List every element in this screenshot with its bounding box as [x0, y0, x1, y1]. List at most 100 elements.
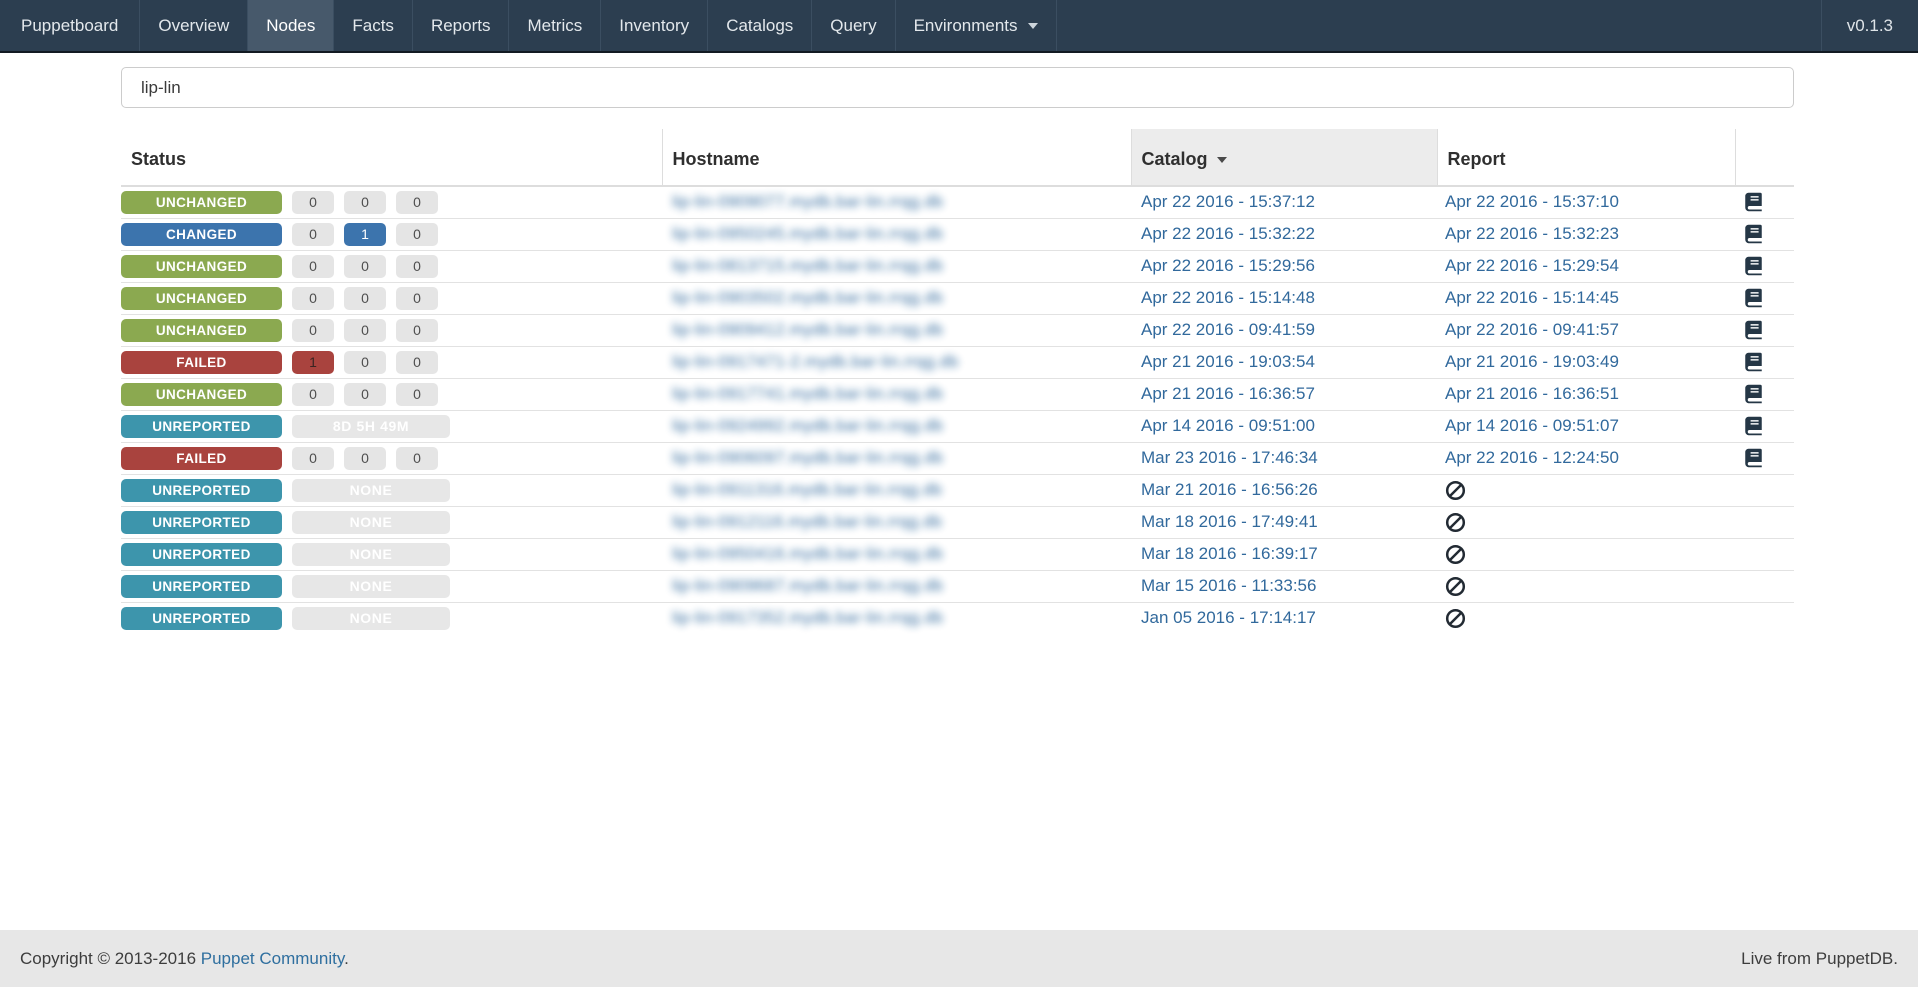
report-timestamp-link[interactable]: Apr 22 2016 - 15:37:10: [1445, 192, 1619, 211]
status-badge-failed: FAILED: [121, 446, 282, 470]
hostname-link-blurred[interactable]: lip-lin-0950245.mydb.bar-lin.rrqg.db: [672, 225, 943, 243]
report-icon-cell: [1735, 473, 1794, 506]
catalog-cell: Apr 22 2016 - 09:41:59: [1131, 313, 1437, 346]
report-cell: [1437, 569, 1735, 602]
status-badge-unreported: UNREPORTED: [121, 574, 282, 598]
hostname-link-blurred[interactable]: lip-lin-0813715.mydb.bar-lin.rrqg.db: [672, 257, 943, 275]
report-icon-cell: [1735, 217, 1794, 250]
status-cell: UNREPORTED NONE: [121, 601, 662, 634]
hostname-cell: lip-lin-0909077.mydb.bar-lin.rrqg.db: [662, 185, 1131, 218]
catalog-timestamp-link[interactable]: Mar 15 2016 - 11:33:56: [1141, 576, 1316, 595]
nav-item-query[interactable]: Query: [812, 0, 896, 51]
report-book-icon[interactable]: [1744, 448, 1763, 468]
report-timestamp-link[interactable]: Apr 22 2016 - 09:41:57: [1445, 320, 1619, 339]
col-header-report[interactable]: Report: [1436, 129, 1735, 187]
nav-item-environments[interactable]: Environments: [896, 0, 1057, 51]
catalog-timestamp-link[interactable]: Apr 22 2016 - 09:41:59: [1141, 320, 1315, 339]
report-book-icon[interactable]: [1744, 256, 1763, 276]
hostname-link-blurred[interactable]: lip-lin-0909412.mydb.bar-lin.rrqg.db: [672, 321, 943, 339]
node-row: UNREPORTED NONE lip-lin-0950416.mydb.bar-l…: [121, 537, 1794, 570]
report-book-icon[interactable]: [1744, 288, 1763, 308]
status-badge-unchanged: UNCHANGED: [121, 254, 282, 278]
nav-item-overview[interactable]: Overview: [140, 0, 249, 51]
metric-count-box: 0: [292, 222, 334, 246]
col-header-hostname[interactable]: Hostname: [661, 129, 1131, 187]
catalog-timestamp-link[interactable]: Apr 21 2016 - 16:36:57: [1141, 384, 1315, 403]
hostname-link-blurred[interactable]: lip-lin-0906097.mydb.bar-lin.rrqg.db: [672, 449, 943, 467]
nav-item-facts[interactable]: Facts: [334, 0, 413, 51]
metric-count-box: 0: [396, 382, 438, 406]
nav-item-label: Nodes: [266, 15, 316, 35]
catalog-timestamp-link[interactable]: Mar 23 2016 - 17:46:34: [1141, 448, 1318, 467]
catalog-timestamp-link[interactable]: Apr 14 2016 - 09:51:00: [1141, 416, 1315, 435]
report-timestamp-link[interactable]: Apr 22 2016 - 15:14:45: [1445, 288, 1619, 307]
no-report-ban-icon: [1445, 480, 1466, 501]
metric-count-box: 0: [396, 286, 438, 310]
status-cell: UNREPORTED 8D 5H 49M: [121, 409, 662, 442]
version-area: v0.1.3: [1820, 0, 1918, 51]
report-timestamp-link[interactable]: Apr 21 2016 - 19:03:49: [1445, 352, 1619, 371]
report-book-icon[interactable]: [1744, 224, 1763, 244]
nav-item-metrics[interactable]: Metrics: [509, 0, 602, 51]
catalog-timestamp-link[interactable]: Mar 18 2016 - 17:49:41: [1141, 512, 1318, 531]
hostname-link-blurred[interactable]: lip-lin-0917741.mydb.bar-lin.rrqg.db: [672, 385, 943, 403]
col-header-catalog-sorted[interactable]: Catalog: [1130, 129, 1437, 187]
report-book-icon[interactable]: [1744, 352, 1763, 372]
report-book-icon[interactable]: [1744, 192, 1763, 212]
nav-item-catalogs[interactable]: Catalogs: [708, 0, 813, 51]
page-footer: Copyright © 2013-2016 Puppet Community. …: [0, 930, 1918, 987]
catalog-timestamp-link[interactable]: Apr 22 2016 - 15:14:48: [1141, 288, 1315, 307]
metric-count-box: 1: [344, 222, 386, 246]
report-icon-cell: [1735, 249, 1794, 282]
hostname-link-blurred[interactable]: lip-lin-0911316.mydb.bar-lin.rrqg.db: [672, 481, 942, 499]
metric-count-box: 0: [344, 286, 386, 310]
puppet-community-link[interactable]: Puppet Community: [201, 949, 344, 968]
status-badge-unchanged: UNCHANGED: [121, 382, 282, 406]
report-cell: Apr 14 2016 - 09:51:07: [1437, 409, 1735, 442]
top-navbar: Puppetboard Overview Nodes Facts Reports Metr…: [0, 0, 1918, 53]
hostname-link-blurred[interactable]: lip-lin-0924992.mydb.bar-lin.rrqg.db: [672, 417, 943, 435]
nav-brand-puppetboard[interactable]: Puppetboard: [0, 0, 141, 51]
report-cell: Apr 22 2016 - 15:37:10: [1437, 185, 1735, 218]
catalog-timestamp-link[interactable]: Jan 05 2016 - 17:14:17: [1141, 608, 1316, 627]
no-report-ban-icon: [1445, 608, 1466, 629]
col-header-status[interactable]: Status: [121, 129, 662, 187]
catalog-timestamp-link[interactable]: Mar 18 2016 - 16:39:17: [1141, 544, 1318, 563]
node-row: UNREPORTED NONE lip-lin-0917352.mydb.bar-l…: [121, 601, 1794, 634]
status-cell: UNCHANGED 0 0 0: [121, 249, 662, 282]
report-icon-cell: [1735, 569, 1794, 602]
catalog-cell: Mar 15 2016 - 11:33:56: [1131, 569, 1437, 602]
nav-item-reports[interactable]: Reports: [413, 0, 510, 51]
catalog-timestamp-link[interactable]: Mar 21 2016 - 16:56:26: [1141, 480, 1318, 499]
hostname-link-blurred[interactable]: lip-lin-0917352.mydb.bar-lin.rrqg.db: [672, 609, 943, 627]
hostname-link-blurred[interactable]: lip-lin-0909077.mydb.bar-lin.rrqg.db: [672, 193, 943, 211]
report-timestamp-link[interactable]: Apr 22 2016 - 12:24:50: [1445, 448, 1619, 467]
report-timestamp-link[interactable]: Apr 22 2016 - 15:29:54: [1445, 256, 1619, 275]
catalog-timestamp-link[interactable]: Apr 21 2016 - 19:03:54: [1141, 352, 1315, 371]
status-badge-unreported: UNREPORTED: [121, 542, 282, 566]
nav-item-inventory[interactable]: Inventory: [601, 0, 709, 51]
report-book-icon[interactable]: [1744, 320, 1763, 340]
report-timestamp-link[interactable]: Apr 14 2016 - 09:51:07: [1445, 416, 1619, 435]
nav-item-nodes[interactable]: Nodes: [248, 0, 335, 51]
report-book-icon[interactable]: [1744, 416, 1763, 436]
hostname-link-blurred[interactable]: lip-lin-0912116.mydb.bar-lin.rrqg.db: [672, 513, 942, 531]
report-book-icon[interactable]: [1744, 384, 1763, 404]
catalog-cell: Apr 22 2016 - 15:29:56: [1131, 249, 1437, 282]
catalog-timestamp-link[interactable]: Apr 22 2016 - 15:29:56: [1141, 256, 1315, 275]
report-cell: Apr 22 2016 - 12:24:50: [1437, 441, 1735, 474]
status-badge-unreported: UNREPORTED: [121, 510, 282, 534]
hostname-link-blurred[interactable]: lip-lin-0950416.mydb.bar-lin.rrqg.db: [672, 545, 943, 563]
report-cell: Apr 22 2016 - 15:32:23: [1437, 217, 1735, 250]
version-label: v0.1.3: [1846, 15, 1893, 35]
node-search-input[interactable]: [121, 67, 1794, 108]
metric-count-box: 0: [396, 318, 438, 342]
hostname-link-blurred[interactable]: lip-lin-0917471-2.mydb.bar-lin.rrqg.db: [672, 353, 959, 371]
catalog-timestamp-link[interactable]: Apr 22 2016 - 15:37:12: [1141, 192, 1315, 211]
nav-item-label: Query: [830, 15, 877, 35]
hostname-link-blurred[interactable]: lip-lin-0909687.mydb.bar-lin.rrqg.db: [672, 577, 943, 595]
catalog-timestamp-link[interactable]: Apr 22 2016 - 15:32:22: [1141, 224, 1315, 243]
hostname-link-blurred[interactable]: lip-lin-0903502.mydb.bar-lin.rrqg.db: [672, 289, 943, 307]
report-timestamp-link[interactable]: Apr 21 2016 - 16:36:51: [1445, 384, 1619, 403]
report-timestamp-link[interactable]: Apr 22 2016 - 15:32:23: [1445, 224, 1619, 243]
